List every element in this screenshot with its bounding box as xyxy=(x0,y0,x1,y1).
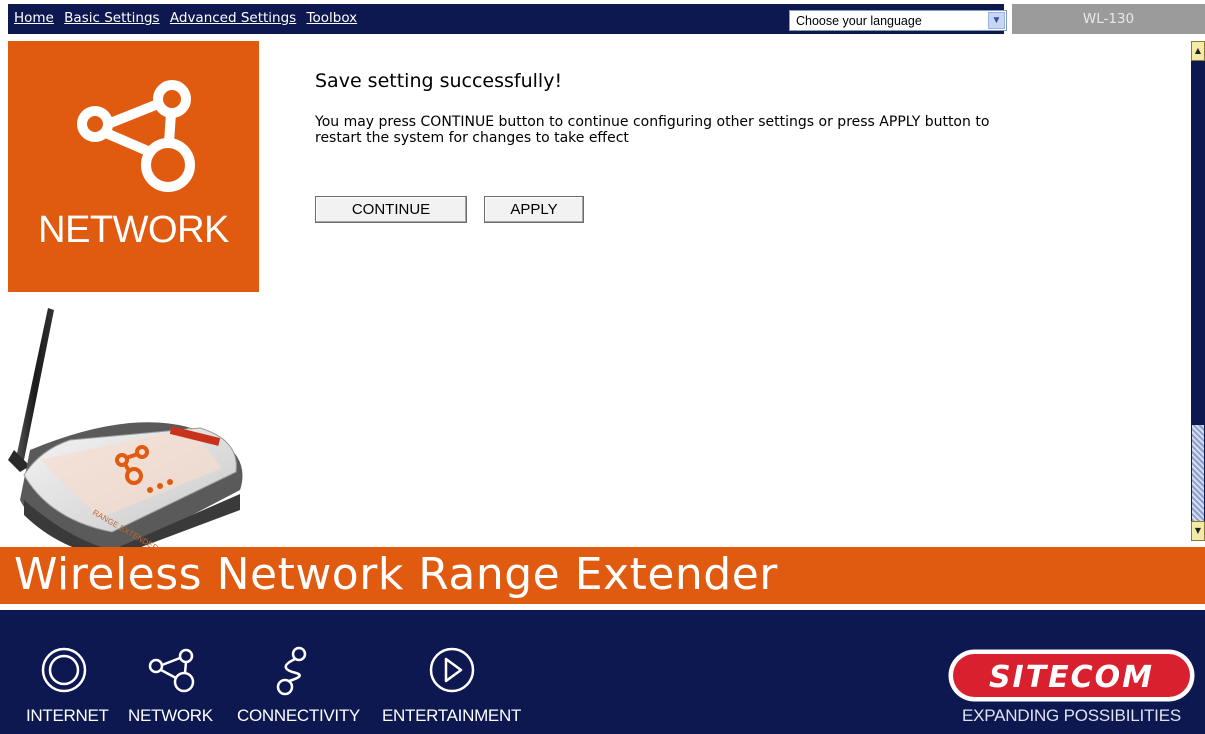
sitecom-tagline: EXPANDING POSSIBILITIES xyxy=(962,706,1181,725)
network-tile-label: NETWORK xyxy=(38,209,229,251)
language-select[interactable]: Choose your language ▼ xyxy=(789,10,1007,31)
footer-item-connectivity[interactable]: CONNECTIVITY xyxy=(237,706,360,726)
nav-links: Home Basic Settings Advanced Settings To… xyxy=(14,10,363,26)
nav-link-home[interactable]: Home xyxy=(14,10,54,26)
footer-item-internet[interactable]: INTERNET xyxy=(26,706,109,726)
network-icon xyxy=(77,80,195,192)
page-title: Save setting successfully! xyxy=(315,70,563,92)
nav-link-basic-settings[interactable]: Basic Settings xyxy=(64,10,159,26)
sitecom-logo-text: SITECOM xyxy=(989,660,1154,695)
network-section-tile: NETWORK xyxy=(8,41,259,292)
footer-item-entertainment[interactable]: ENTERTAINMENT xyxy=(382,706,521,726)
apply-button[interactable]: APPLY xyxy=(484,196,584,223)
continue-button[interactable]: CONTINUE xyxy=(315,196,467,223)
nav-link-toolbox[interactable]: Toolbox xyxy=(307,10,358,26)
language-select-value: Choose your language xyxy=(796,14,922,28)
top-navigation-bar: Home Basic Settings Advanced Settings To… xyxy=(8,4,1007,34)
nav-link-advanced-settings[interactable]: Advanced Settings xyxy=(170,10,296,26)
banner-title: Wireless Network Range Extender xyxy=(14,549,778,600)
chevron-down-icon[interactable]: ▼ xyxy=(988,12,1005,29)
network-icon[interactable] xyxy=(146,646,202,694)
footer-item-network[interactable]: NETWORK xyxy=(128,706,213,726)
footer-bar: INTERNET NETWORK CONNECTIVITY ENTERTAINM… xyxy=(0,610,1205,734)
scroll-down-icon[interactable]: ▼ xyxy=(1191,521,1205,541)
connectivity-icon[interactable] xyxy=(272,646,312,696)
model-badge: WL-130 xyxy=(1012,4,1205,34)
range-extender-device-image: RANGE EXTENDER xyxy=(8,308,243,558)
scroll-up-icon[interactable]: ▲ xyxy=(1191,41,1205,61)
vertical-scrollbar[interactable]: ▲ ▼ xyxy=(1191,41,1205,541)
sitecom-logo[interactable]: SITECOM xyxy=(947,648,1196,703)
main-content: Save setting successfully! You may press… xyxy=(315,70,1035,223)
product-banner: Wireless Network Range Extender xyxy=(0,547,1205,604)
status-message: You may press CONTINUE button to continu… xyxy=(315,114,990,146)
internet-icon[interactable] xyxy=(40,646,88,694)
scrollbar-thumb[interactable] xyxy=(1192,425,1204,521)
play-icon[interactable] xyxy=(428,646,476,694)
